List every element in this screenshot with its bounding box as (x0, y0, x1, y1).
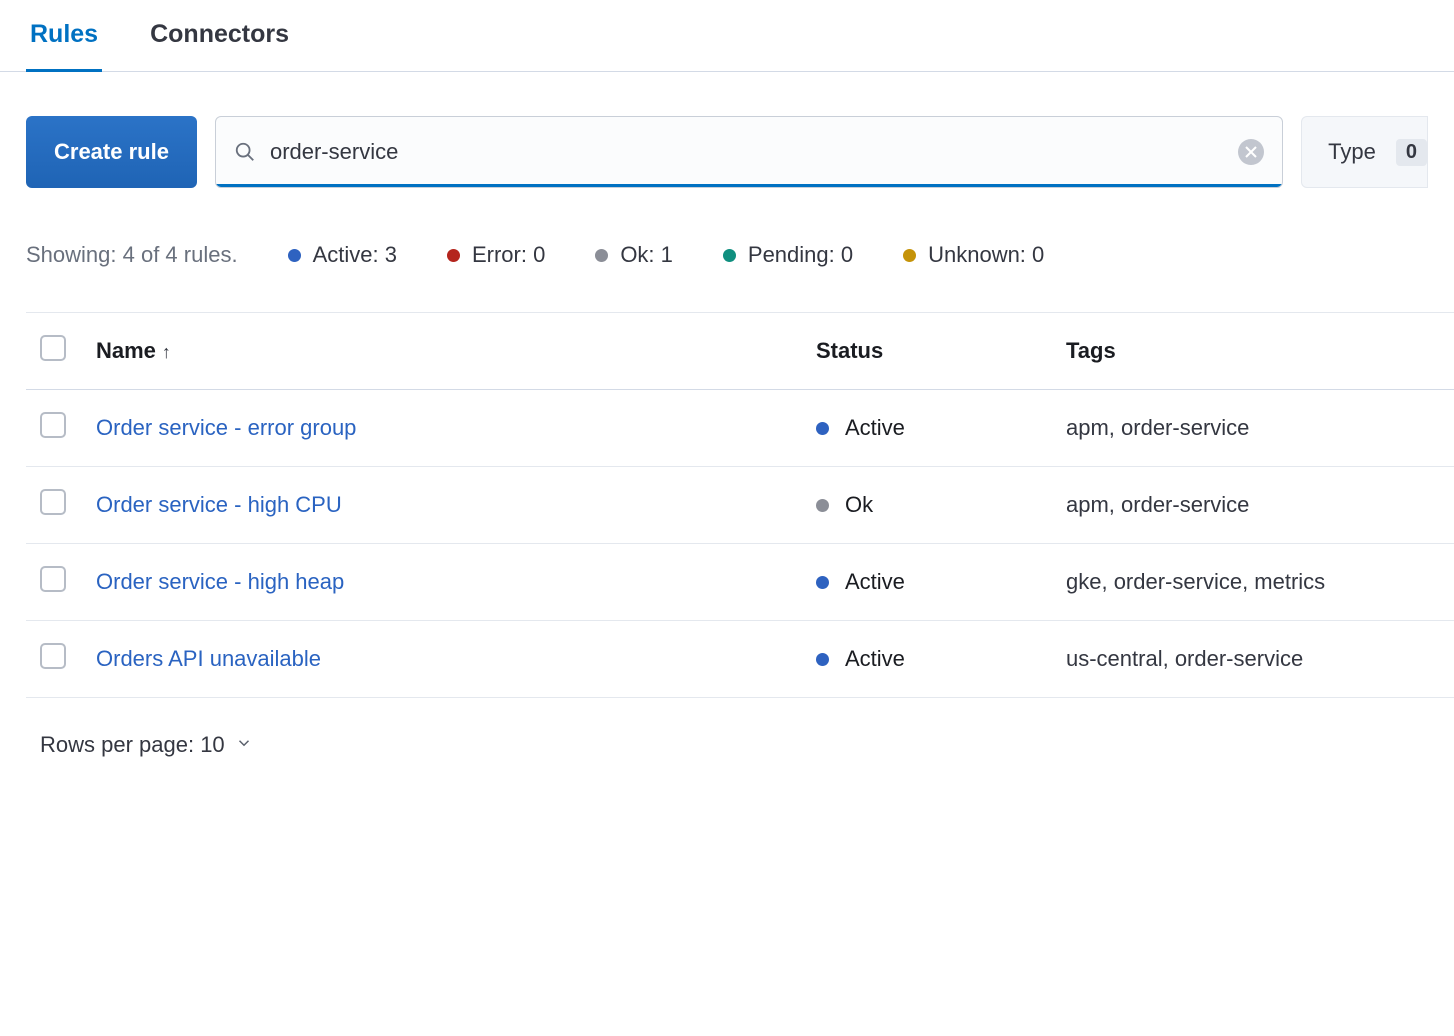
tags-cell: apm, order-service (1052, 390, 1454, 467)
rule-name-link[interactable]: Order service - error group (96, 415, 356, 440)
status-text: Active (845, 646, 905, 672)
table-row: Order service - high CPU Ok apm, order-ser… (26, 467, 1454, 544)
rule-name-link[interactable]: Orders API unavailable (96, 646, 321, 671)
tags-cell: us-central, order-service (1052, 621, 1454, 698)
stat-active: Active: 3 (288, 242, 397, 268)
dot-active-icon (288, 249, 301, 262)
showing-count: Showing: 4 of 4 rules. (26, 242, 238, 268)
status-text: Active (845, 569, 905, 595)
rule-name-link[interactable]: Order service - high CPU (96, 492, 342, 517)
create-rule-button[interactable]: Create rule (26, 116, 197, 188)
search-icon (234, 141, 256, 163)
tab-rules[interactable]: Rules (26, 0, 102, 71)
status-cell: Active (816, 646, 1038, 672)
rule-name-link[interactable]: Order service - high heap (96, 569, 344, 594)
stat-unknown: Unknown: 0 (903, 242, 1044, 268)
dot-pending-icon (723, 249, 736, 262)
dot-error-icon (447, 249, 460, 262)
tabs: Rules Connectors (0, 0, 1454, 72)
status-text: Ok (845, 492, 873, 518)
type-filter[interactable]: Type 0 (1301, 116, 1428, 188)
table-row: Order service - error group Active apm, or… (26, 390, 1454, 467)
header-tags[interactable]: Tags (1052, 313, 1454, 390)
status-dot-icon (816, 653, 829, 666)
search-input[interactable] (270, 139, 1238, 165)
rules-table: Name↑ Status Tags Order service - error … (26, 312, 1454, 698)
status-dot-icon (816, 576, 829, 589)
select-all-checkbox[interactable] (40, 335, 66, 361)
row-checkbox[interactable] (40, 412, 66, 438)
header-status[interactable]: Status (802, 313, 1052, 390)
stat-pending: Pending: 0 (723, 242, 853, 268)
rows-per-page-label: Rows per page: 10 (40, 732, 225, 758)
status-cell: Active (816, 569, 1038, 595)
table-row: Orders API unavailable Active us-central, … (26, 621, 1454, 698)
stat-ok: Ok: 1 (595, 242, 673, 268)
clear-search-icon[interactable] (1238, 139, 1264, 165)
status-text: Active (845, 415, 905, 441)
rows-per-page[interactable]: Rows per page: 10 (0, 698, 1454, 792)
tags-cell: gke, order-service, metrics (1052, 544, 1454, 621)
table-row: Order service - high heap Active gke, orde… (26, 544, 1454, 621)
row-checkbox[interactable] (40, 489, 66, 515)
summary-row: Showing: 4 of 4 rules. Active: 3 Error: … (0, 188, 1454, 268)
status-dot-icon (816, 422, 829, 435)
row-checkbox[interactable] (40, 566, 66, 592)
status-cell: Active (816, 415, 1038, 441)
header-name[interactable]: Name↑ (82, 313, 802, 390)
row-checkbox[interactable] (40, 643, 66, 669)
toolbar: Create rule Type 0 (0, 72, 1454, 188)
type-filter-count: 0 (1396, 139, 1427, 166)
tags-cell: apm, order-service (1052, 467, 1454, 544)
dot-unknown-icon (903, 249, 916, 262)
dot-ok-icon (595, 249, 608, 262)
tab-connectors[interactable]: Connectors (146, 0, 293, 71)
status-dot-icon (816, 499, 829, 512)
type-filter-label: Type (1328, 139, 1376, 165)
chevron-down-icon (235, 732, 253, 758)
status-cell: Ok (816, 492, 1038, 518)
search-field[interactable] (215, 116, 1283, 188)
sort-asc-icon: ↑ (162, 342, 171, 362)
stat-error: Error: 0 (447, 242, 545, 268)
